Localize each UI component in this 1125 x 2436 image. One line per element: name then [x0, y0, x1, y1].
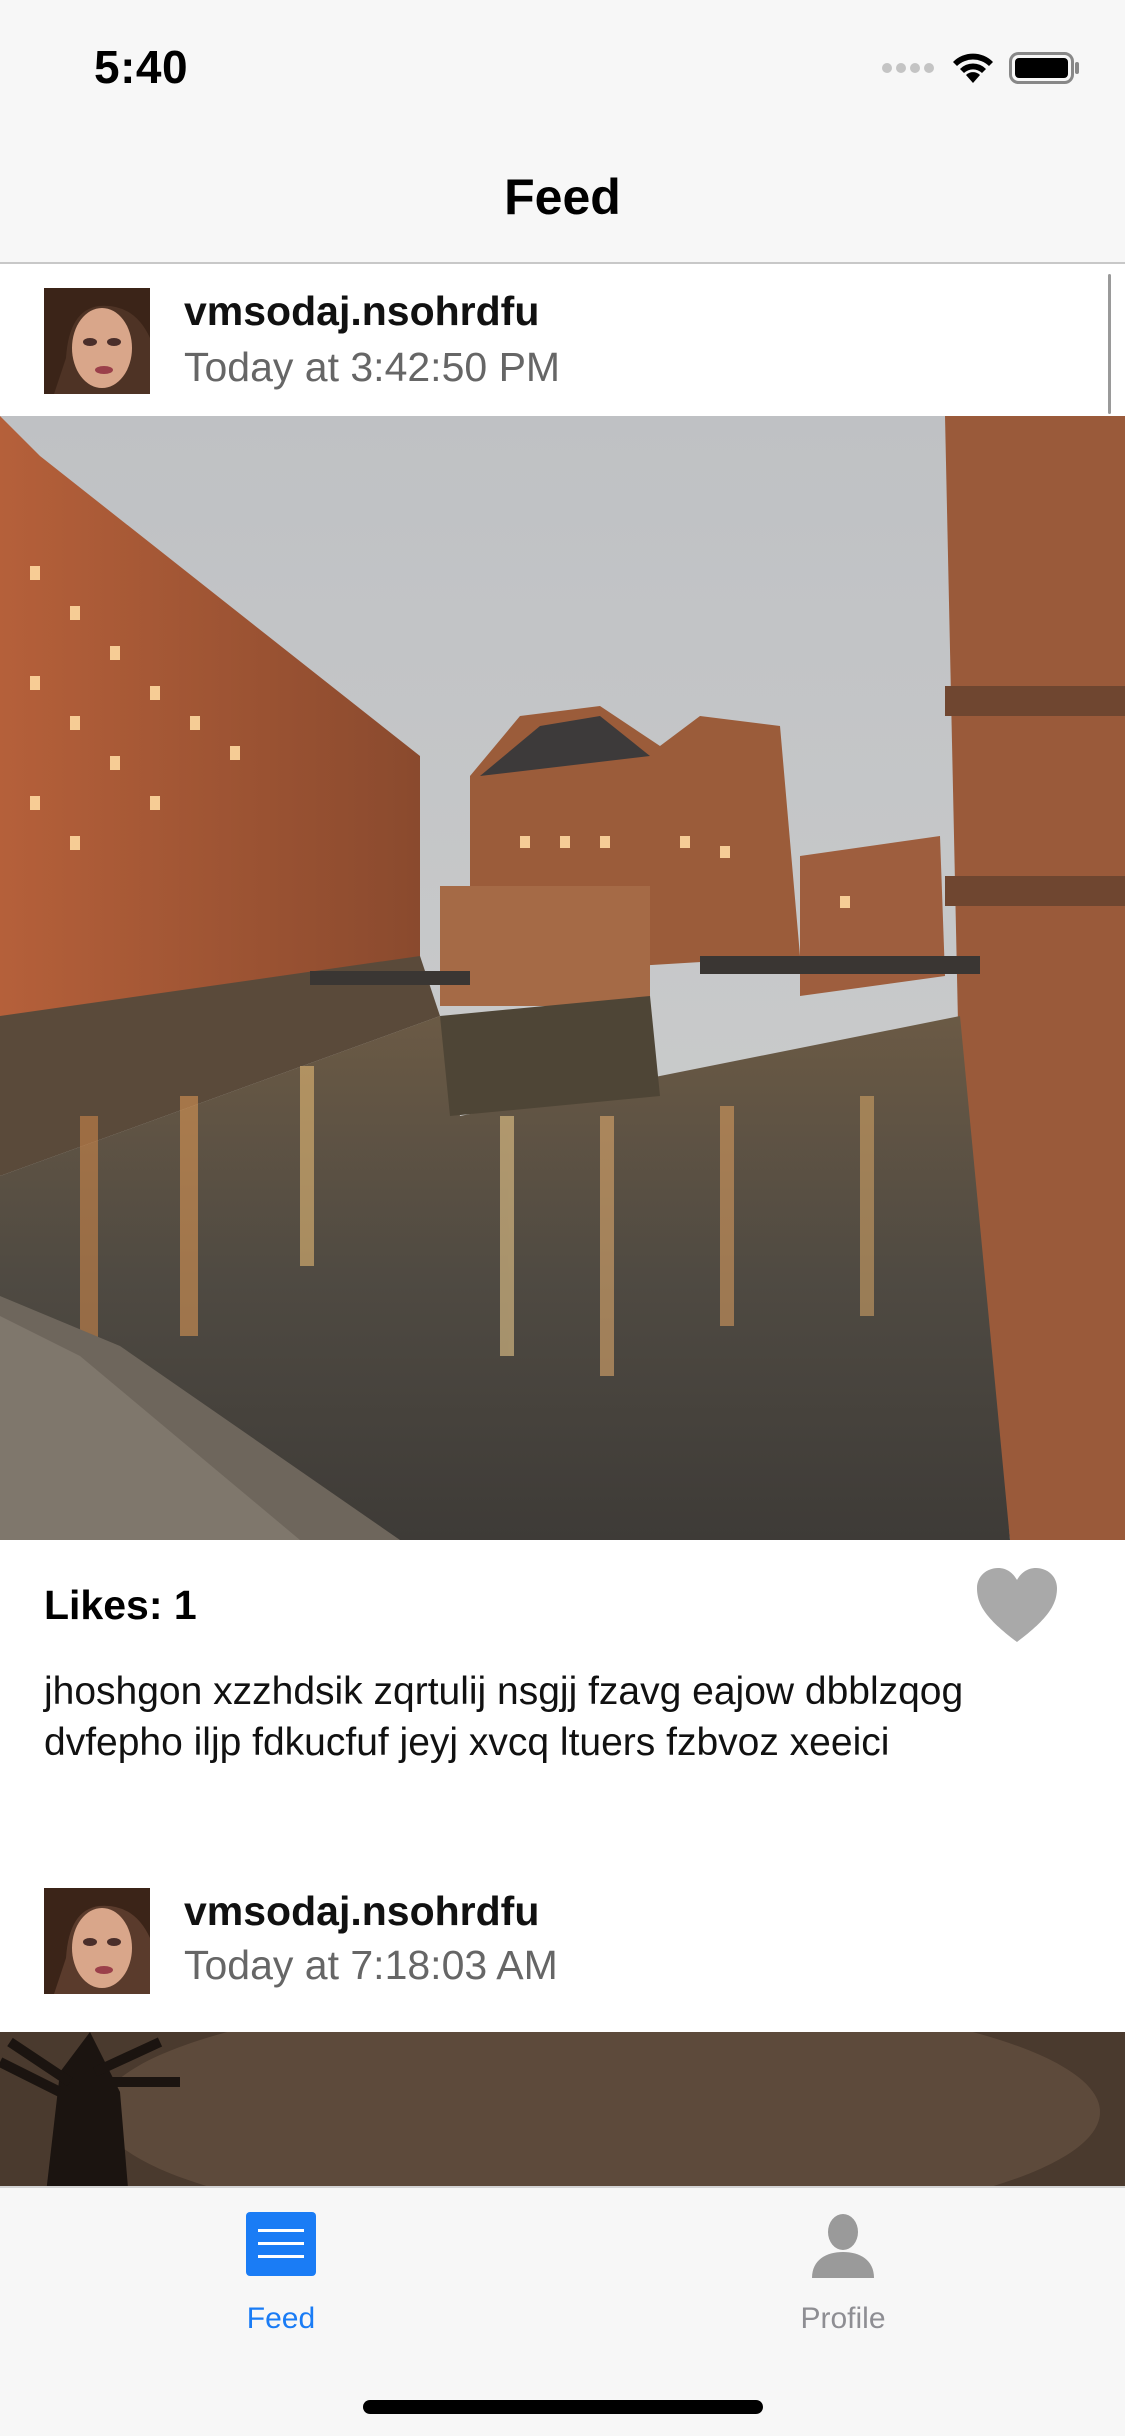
tab-profile[interactable]: Profile — [562, 2188, 1124, 2358]
feed-list-icon — [246, 2212, 316, 2276]
post-header: vmsodaj.nsohrdfu Today at 7:18:03 AM — [0, 1880, 1125, 2032]
post: vmsodaj.nsohrdfu Today at 7:18:03 AM — [0, 1880, 1125, 2186]
page-title: Feed — [504, 169, 621, 225]
avatar[interactable] — [44, 1888, 150, 1994]
home-indicator[interactable] — [363, 2400, 763, 2414]
post-photo[interactable] — [0, 2032, 1125, 2186]
post-username[interactable]: vmsodaj.nsohrdfu — [184, 1888, 539, 1935]
post-timestamp: Today at 3:42:50 PM — [184, 344, 561, 390]
status-time: 5:40 — [94, 41, 189, 93]
profile-person-icon — [812, 2214, 874, 2278]
avatar[interactable] — [44, 288, 150, 394]
post-caption: jhoshgon xzzhdsik zqrtulij nsgjj fzavg e… — [44, 1670, 964, 1764]
likes-count: Likes: 1 — [44, 1582, 197, 1628]
signal-dots-icon — [882, 63, 934, 73]
post-header: vmsodaj.nsohrdfu Today at 3:42:50 PM — [0, 264, 1125, 416]
status-bar: 5:40 — [0, 0, 1125, 132]
post-body: Likes: 1 jhoshgon xzzhdsik zqrtulij nsgj… — [0, 1540, 1125, 1880]
wifi-icon — [953, 53, 993, 83]
status-icons — [881, 48, 1081, 88]
post-photo[interactable] — [0, 416, 1125, 1540]
navigation-bar: Feed — [0, 132, 1125, 264]
battery-icon — [1009, 52, 1079, 84]
tab-feed-label: Feed — [246, 2302, 316, 2335]
feed-list[interactable]: vmsodaj.nsohrdfu Today at 3:42:50 PM Lik… — [0, 264, 1125, 2186]
heart-icon[interactable] — [975, 1566, 1059, 1644]
post: vmsodaj.nsohrdfu Today at 3:42:50 PM Lik… — [0, 264, 1125, 1880]
post-timestamp: Today at 7:18:03 AM — [184, 1942, 558, 1988]
tab-profile-label: Profile — [800, 2302, 886, 2335]
tab-bar: Feed Profile — [0, 2186, 1125, 2436]
tab-feed[interactable]: Feed — [0, 2188, 562, 2358]
post-username[interactable]: vmsodaj.nsohrdfu — [184, 288, 539, 335]
